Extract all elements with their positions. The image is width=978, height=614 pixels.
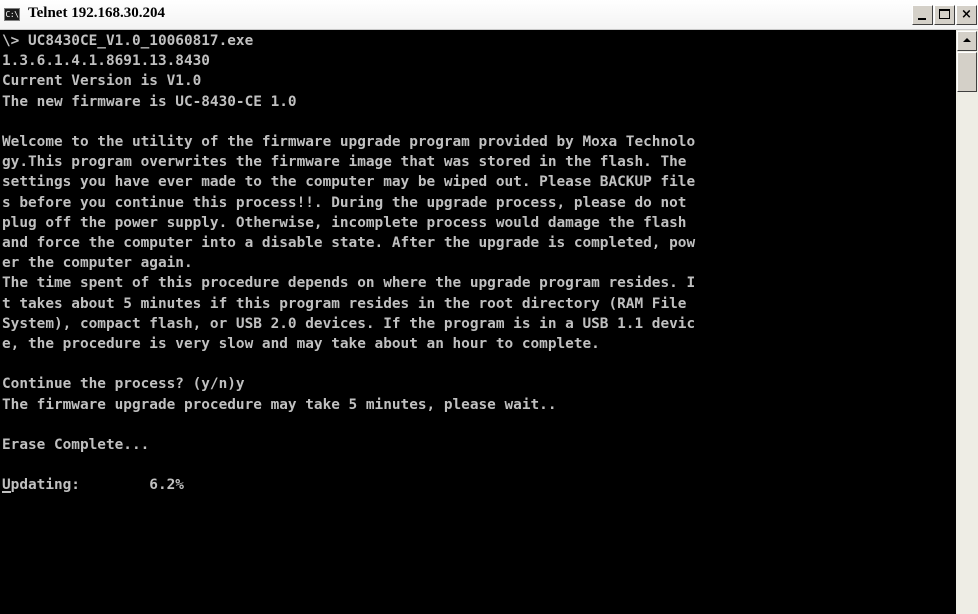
console-line: er the computer again. [2,255,193,272]
console-line: t takes about 5 minutes if this program … [2,295,687,312]
console-line: s before you continue this process!!. Du… [2,194,687,211]
maximize-icon [939,9,950,19]
maximize-button[interactable] [934,5,955,25]
console-line: plug off the power supply. Otherwise, in… [2,214,687,231]
console-line: The firmware upgrade procedure may take … [2,396,557,413]
console-output[interactable]: \> UC8430CE_V1.0_10060817.exe 1.3.6.1.4.1… [0,30,956,614]
title-bar[interactable]: C:\ Telnet 192.168.30.204 × [0,0,978,30]
cursor-anchor [2,475,11,495]
console-line: and force the computer into a disable st… [2,235,696,251]
window-title: Telnet 192.168.30.204 [28,5,165,21]
text-cursor [2,491,11,494]
scroll-up-button[interactable] [957,31,977,51]
arrow-up-icon [963,38,971,42]
minimize-button[interactable] [912,5,933,25]
telnet-window: C:\ Telnet 192.168.30.204 × \> UC8430CE_… [0,0,978,614]
console-line: e, the procedure is very slow and may ta… [2,336,600,352]
scroll-thumb[interactable] [957,52,977,92]
console-line: Updating: 6.2% [2,475,184,495]
console-line: 1.3.6.1.4.1.8691.13.8430 [2,53,210,70]
console-line: Welcome to the utility of the firmware u… [2,134,696,150]
console-line: System), compact flash, or USB 2.0 devic… [2,315,696,332]
console-line: Continue the process? (y/n)y [2,376,245,393]
vertical-scrollbar[interactable] [956,30,978,614]
console-line: Erase Complete... [2,437,150,453]
close-icon: × [961,7,972,22]
console-line: The time spent of this procedure depends… [2,275,696,292]
console-icon: C:\ [4,8,20,21]
console-line: Current Version is V1.0 [2,73,202,90]
console-line: The new firmware is UC-8430-CE 1.0 [2,93,297,110]
console-line: settings you have ever made to the compu… [2,174,696,191]
console-line: \> UC8430CE_V1.0_10060817.exe [2,33,254,49]
close-button[interactable]: × [956,5,977,25]
console-line: gy.This program overwrites the firmware … [2,154,687,171]
minimize-icon [918,18,926,20]
